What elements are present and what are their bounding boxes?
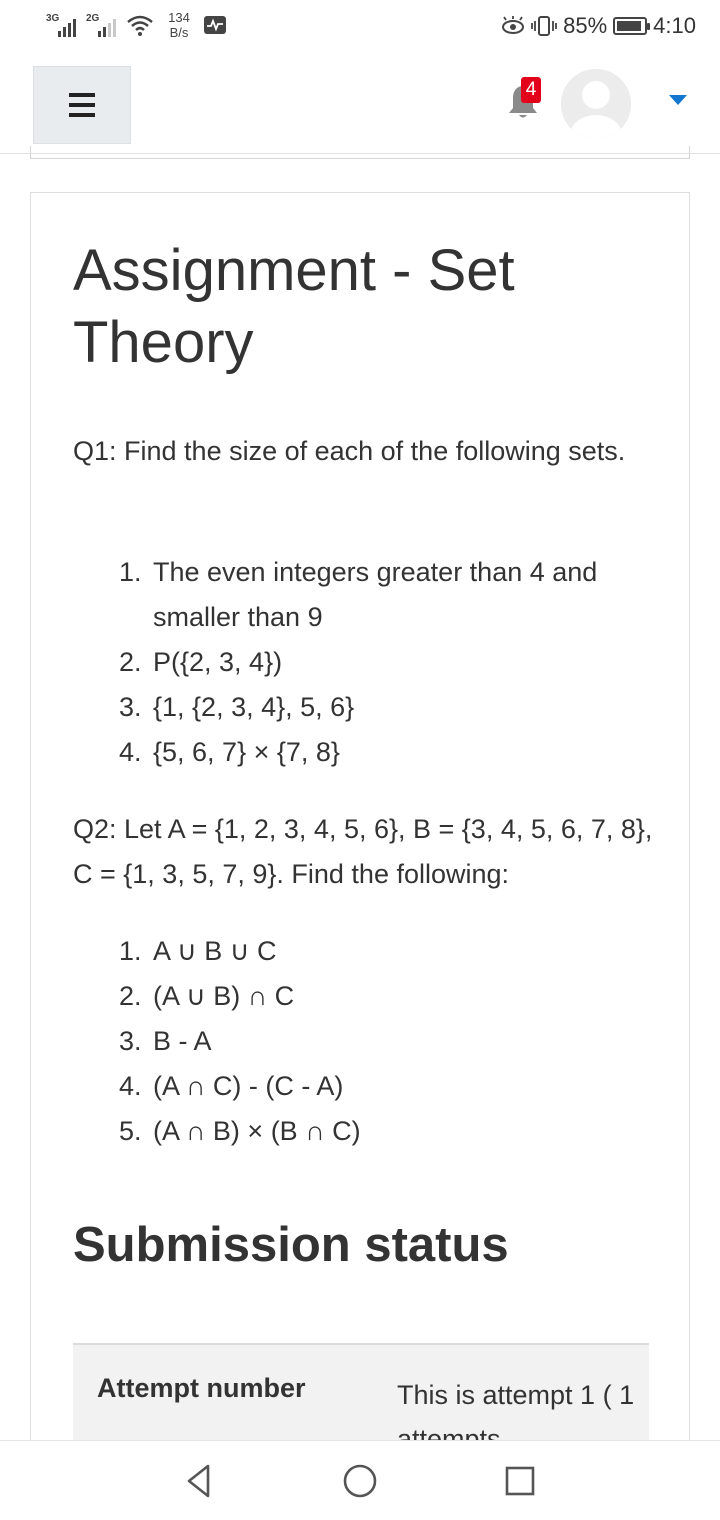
previous-block-edge (30, 146, 690, 159)
status-left: 3G 2G 134 B/s (46, 10, 226, 40)
list-item: 3. {1, {2, 3, 4}, 5, 6} (119, 692, 355, 722)
submission-status-heading: Submission status (73, 1218, 509, 1272)
menu-icon (69, 93, 95, 117)
back-icon[interactable] (180, 1461, 220, 1501)
speed-value: 134 (168, 10, 190, 25)
status-right: 85% 4:10 (501, 13, 696, 39)
avatar[interactable] (561, 69, 631, 139)
list-item: 5. (A ∩ B) × (B ∩ C) (119, 1116, 361, 1146)
vibrate-icon (531, 16, 558, 36)
wifi-icon (127, 15, 153, 36)
chevron-down-icon[interactable] (669, 95, 687, 105)
signal-2g-icon: 2G (86, 11, 118, 39)
list-item: 3. B - A (119, 1026, 212, 1056)
speed-unit: B/s (169, 25, 189, 40)
list-item: 1. A ∪ B ∪ C (119, 936, 277, 966)
assignment-card: Assignment - Set Theory Q1: Find the siz… (30, 192, 690, 1493)
home-icon[interactable] (340, 1461, 380, 1501)
status-bar: 3G 2G 134 B/s 85% 4:10 (0, 0, 720, 54)
eye-comfort-icon (502, 16, 525, 34)
q2-list: 1. A ∪ B ∪ C 2. (A ∪ B) ∩ C 3. B - A 4. (A ∩… (119, 929, 649, 1154)
list-item: 4. (A ∩ C) - (C - A) (119, 1071, 344, 1101)
activity-monitor-icon (204, 16, 226, 34)
network-speed: 134 B/s (162, 10, 196, 40)
list-item: 1. The even integers greater than 4 and s… (119, 557, 598, 632)
recents-icon[interactable] (500, 1461, 540, 1501)
battery-percent: 85% (563, 13, 608, 38)
attempt-number-label: Attempt number (97, 1373, 306, 1403)
list-item: 2. (A ∪ B) ∩ C (119, 981, 295, 1011)
system-navigation-bar (0, 1440, 720, 1520)
list-item: 4. {5, 6, 7} × {7, 8} (119, 737, 340, 767)
list-item: 2. P({2, 3, 4}) (119, 647, 283, 677)
clock: 4:10 (653, 13, 696, 38)
page-title: Assignment - Set Theory (73, 238, 515, 375)
battery-icon (613, 17, 651, 35)
q1-list: 1. The even integers greater than 4 and s… (119, 550, 649, 775)
menu-button[interactable] (33, 66, 131, 144)
notification-badge[interactable]: 4 (521, 77, 541, 103)
q1-prompt: Q1: Find the size of each of the followi… (73, 436, 626, 466)
q2-prompt: Q2: Let A = {1, 2, 3, 4, 5, 6}, B = {3, … (73, 814, 653, 889)
signal-3g-icon: 3G (46, 11, 78, 39)
